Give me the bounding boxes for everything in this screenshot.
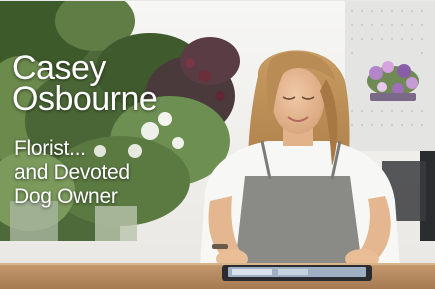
role-line-1: Florist...	[14, 137, 86, 160]
person-role-subtitle: Florist... and Devoted Dog Owner	[14, 137, 130, 209]
pegboard-icon	[345, 1, 435, 151]
name-line-2: Osbourne	[12, 80, 158, 118]
role-line-2: and Devoted	[14, 161, 130, 184]
tablet-icon	[222, 265, 372, 281]
role-line-3: Dog Owner	[14, 185, 118, 208]
video-thumbnail[interactable]: Casey Osbourne Florist... and Devoted Do…	[0, 0, 435, 289]
person-name-title: Casey Osbourne	[12, 51, 158, 118]
